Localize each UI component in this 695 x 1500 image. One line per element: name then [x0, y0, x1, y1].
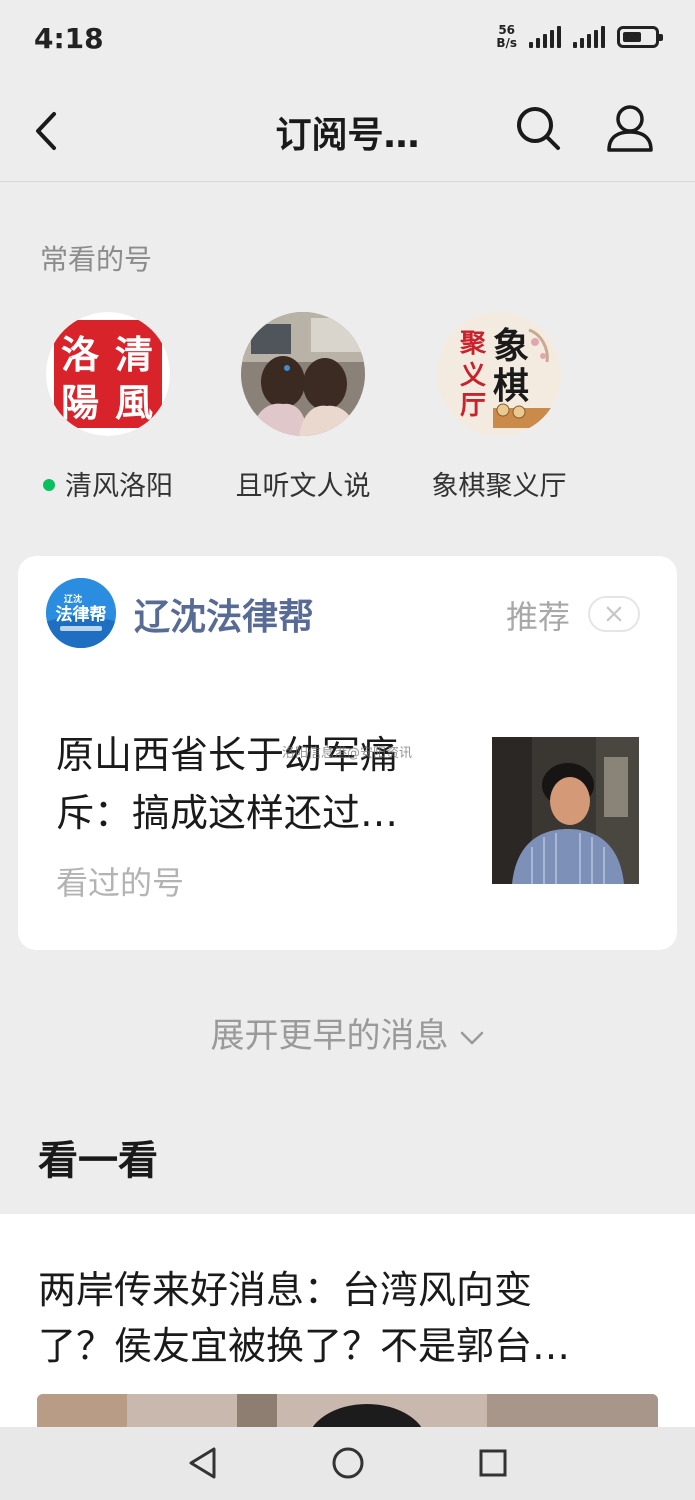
svg-text:風: 風 [115, 381, 153, 425]
svg-text:法律帮: 法律帮 [56, 604, 107, 625]
status-bar: 4:18 56 B/s [0, 0, 695, 80]
svg-text:辽沈: 辽沈 [64, 593, 82, 605]
look-heading: 看一看 [38, 1138, 158, 1184]
close-icon[interactable] [588, 596, 640, 632]
avatar: 聚 象 义 棋 厅 [437, 312, 561, 436]
svg-text:厅: 厅 [460, 391, 486, 421]
chevron-down-icon [460, 1031, 483, 1044]
avatar [241, 312, 365, 436]
screen: 4:18 56 B/s 订阅号… 常看的号 洛 清 陽 風 清风洛阳 且听文人说… [0, 0, 695, 1500]
online-indicator [43, 478, 55, 491]
look-article-title[interactable]: 两岸传来好消息：台湾风向变 了？侯友宜被换了？不是郭台… [38, 1262, 660, 1374]
system-home-icon[interactable] [331, 1445, 365, 1481]
account-name: 象棋聚义厅 [431, 471, 567, 502]
battery-level [623, 32, 641, 42]
battery-icon [617, 26, 663, 48]
look-article-title-line-2: 了？侯友宜被换了？不是郭台… [38, 1324, 571, 1368]
top-nav: 订阅号… [0, 80, 695, 182]
article-title-line-2: 斥：搞成这样还过… [56, 791, 399, 835]
account-name: 且听文人说 [235, 471, 371, 502]
look-article-title-line-1: 两岸传来好消息：台湾风向变 [38, 1268, 533, 1312]
svg-text:象: 象 [493, 325, 529, 367]
source-name[interactable]: 辽沈法律帮 [134, 588, 314, 640]
source-avatar[interactable]: 辽沈 法律帮 [46, 578, 116, 648]
avatar: 洛 清 陽 風 [46, 312, 170, 436]
search-icon[interactable] [514, 104, 562, 152]
frequent-account-qieting[interactable]: 且听文人说 [208, 312, 398, 502]
status-indicators: 56 B/s [496, 24, 663, 50]
expand-label: 展开更早的消息 [210, 1016, 449, 1056]
source-logo: 辽沈 法律帮 [46, 578, 116, 648]
watermark: 洛阳信息港@安阳资讯 [282, 746, 413, 761]
article-subtitle: 看过的号 [56, 864, 185, 902]
xiangqi-logo: 聚 象 义 棋 厅 [437, 312, 561, 436]
svg-text:洛: 洛 [61, 333, 100, 377]
qingfeng-logo: 洛 清 陽 風 [46, 312, 170, 436]
status-time: 4:18 [34, 22, 104, 55]
system-nav-bar [0, 1427, 695, 1500]
page-title: 订阅号… [275, 115, 420, 156]
frequent-account-xiangqi[interactable]: 聚 象 义 棋 厅 象棋聚义厅 [404, 312, 594, 502]
expand-earlier-button[interactable]: 展开更早的消息 [0, 1008, 695, 1057]
svg-text:清: 清 [115, 333, 153, 377]
network-speed: 56 B/s [496, 24, 517, 50]
account-name: 清风洛阳 [13, 464, 203, 503]
frequent-heading: 常看的号 [40, 243, 153, 276]
qieting-photo [241, 312, 365, 436]
system-back-icon[interactable] [186, 1445, 220, 1481]
profile-icon[interactable] [604, 102, 656, 154]
article-thumbnail-photo [492, 737, 639, 884]
recommend-label: 推荐 [506, 598, 571, 636]
system-recents-icon[interactable] [478, 1448, 508, 1478]
frequent-account-qingfeng[interactable]: 洛 清 陽 風 清风洛阳 [13, 312, 203, 502]
svg-text:义: 义 [460, 361, 486, 391]
svg-text:陽: 陽 [61, 381, 99, 425]
signal-icon [529, 26, 561, 48]
article-thumbnail[interactable] [492, 737, 639, 884]
network-speed-unit: B/s [496, 36, 517, 50]
svg-text:棋: 棋 [493, 365, 529, 407]
svg-text:聚: 聚 [459, 329, 487, 359]
signal-icon-2 [573, 26, 605, 48]
